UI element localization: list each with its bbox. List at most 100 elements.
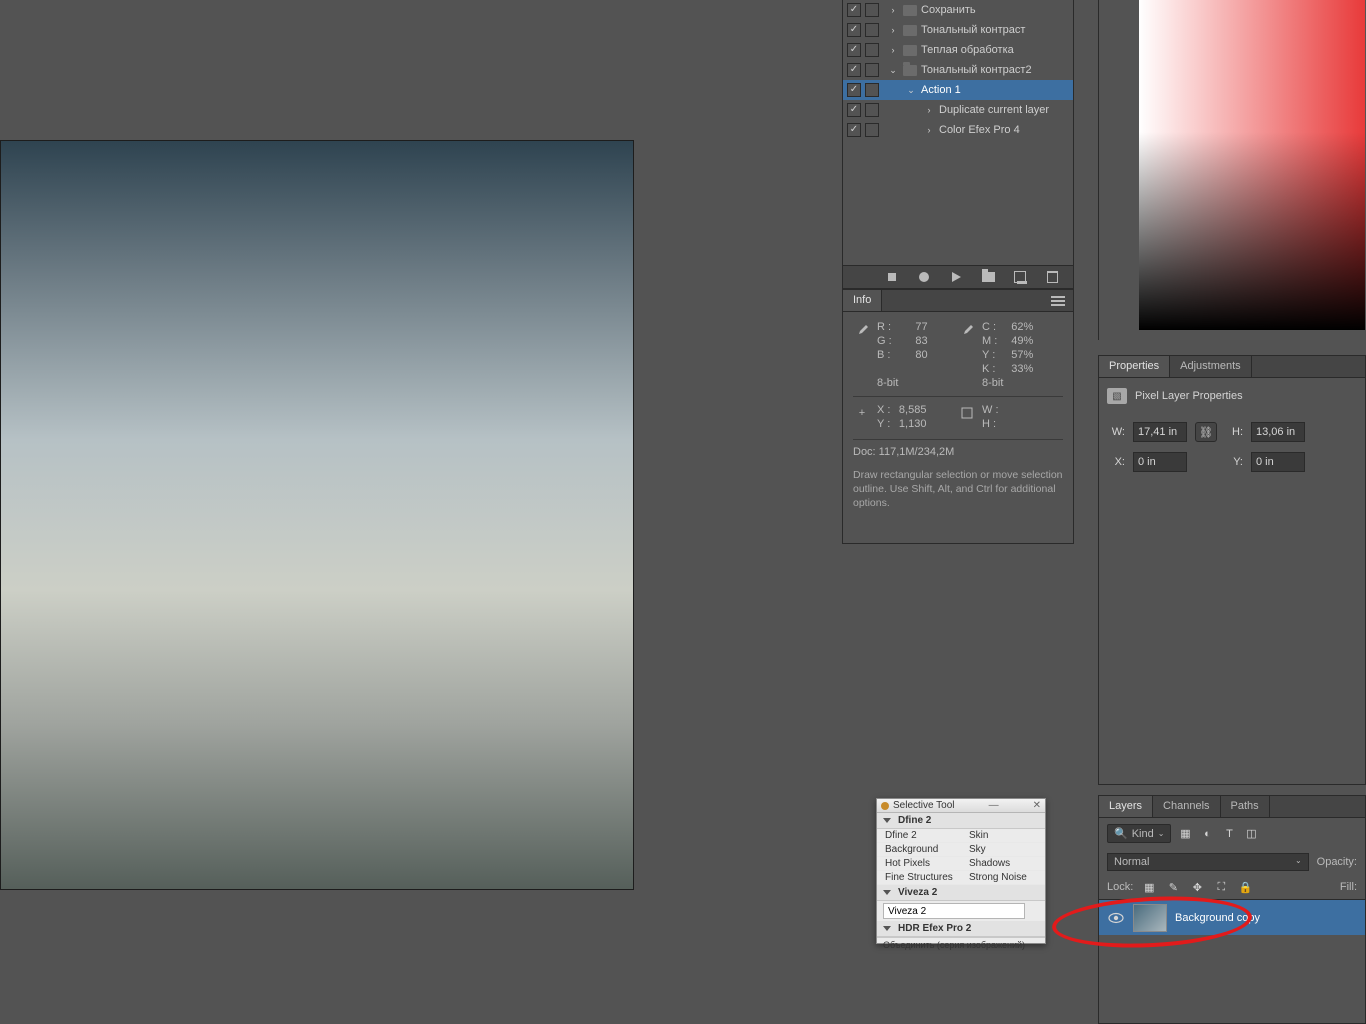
filter-shape-icon[interactable]: ◫ [1243, 826, 1259, 842]
lock-all-icon[interactable]: 🔒 [1237, 879, 1253, 895]
visibility-icon[interactable] [1107, 909, 1125, 927]
document-canvas[interactable] [0, 140, 634, 890]
toggle-checkbox[interactable]: ✓ [847, 83, 861, 97]
toggle-checkbox[interactable]: ✓ [847, 103, 861, 117]
record-button[interactable] [917, 270, 931, 284]
selective-tool-window[interactable]: Selective Tool — ✕ Dfine 2 Dfine 2SkinBa… [876, 798, 1046, 944]
layer-row[interactable]: Background copy [1099, 899, 1365, 935]
selective-tool-titlebar[interactable]: Selective Tool — ✕ [877, 799, 1045, 813]
filter-adjust-icon[interactable]: ◐ [1199, 826, 1215, 842]
new-action-button[interactable] [1013, 270, 1027, 284]
sel-option[interactable]: Dfine 2 [877, 829, 961, 843]
panel-menu-icon[interactable] [1051, 296, 1065, 306]
close-icon[interactable]: ✕ [1033, 800, 1041, 811]
lock-artboard-icon[interactable]: ⛶ [1213, 879, 1229, 895]
eyedropper-icon [853, 320, 871, 376]
width-input[interactable] [1133, 422, 1187, 442]
stop-button[interactable] [885, 270, 899, 284]
viveza-input[interactable] [883, 903, 1025, 919]
tab-adjustments[interactable]: Adjustments [1170, 356, 1252, 377]
doc-size: Doc: 117,1M/234,2M [853, 439, 1063, 458]
dialog-toggle[interactable] [865, 23, 879, 37]
lock-label: Lock: [1107, 881, 1133, 893]
expand-chevron-icon[interactable]: › [887, 45, 899, 55]
tab-info[interactable]: Info [843, 290, 882, 311]
action-row[interactable]: ✓ › Теплая обработка [843, 40, 1073, 60]
expand-chevron-icon[interactable]: › [923, 125, 935, 135]
folder-icon [903, 25, 917, 36]
sel-option[interactable]: Fine Structures [877, 871, 961, 885]
expand-chevron-icon[interactable]: ⌄ [887, 65, 899, 76]
dfine-header[interactable]: Dfine 2 [877, 813, 1045, 829]
tab-layers[interactable]: Layers [1099, 796, 1153, 817]
layer-name[interactable]: Background copy [1175, 912, 1260, 924]
info-panel: Info R :G :B : 778380 C :M :Y :K : 62%49… [842, 289, 1074, 544]
eyedropper-icon [958, 320, 976, 376]
pixel-layer-icon: ▧ [1107, 388, 1127, 404]
layer-thumbnail [1133, 904, 1167, 932]
tool-hint: Draw rectangular selection or move selec… [853, 468, 1063, 510]
lock-position-icon[interactable]: ✥ [1189, 879, 1205, 895]
color-field[interactable] [1139, 0, 1365, 330]
toggle-checkbox[interactable]: ✓ [847, 23, 861, 37]
filter-pixel-icon[interactable]: ▦ [1177, 826, 1193, 842]
action-label: Теплая обработка [921, 44, 1014, 56]
sel-option[interactable]: Skin [961, 829, 1045, 843]
expand-chevron-icon[interactable]: › [887, 5, 899, 15]
toggle-checkbox[interactable]: ✓ [847, 43, 861, 57]
expand-chevron-icon[interactable]: › [887, 25, 899, 35]
dialog-toggle[interactable] [865, 43, 879, 57]
selective-footer[interactable]: Объединить (серия изображений) [877, 937, 1045, 952]
action-label: Color Efex Pro 4 [939, 124, 1020, 136]
actions-toolbar [842, 265, 1074, 289]
properties-panel: Properties Adjustments ▧ Pixel Layer Pro… [1098, 355, 1366, 785]
filter-kind[interactable]: 🔍Kind⌄ [1107, 824, 1171, 843]
toggle-checkbox[interactable]: ✓ [847, 63, 861, 77]
toggle-checkbox[interactable]: ✓ [847, 3, 861, 17]
canvas-background-top [0, 0, 634, 140]
expand-chevron-icon[interactable]: ⌄ [905, 85, 917, 96]
link-icon[interactable]: ⛓ [1195, 422, 1217, 442]
tab-paths[interactable]: Paths [1221, 796, 1270, 817]
folder-icon [903, 65, 917, 76]
actions-panel: ✓›Сохранить✓›Тональный контраст✓›Теплая … [842, 0, 1074, 285]
dialog-toggle[interactable] [865, 3, 879, 17]
filter-type-icon[interactable]: T [1221, 826, 1237, 842]
sel-option[interactable]: Sky [961, 843, 1045, 857]
play-button[interactable] [949, 270, 963, 284]
lock-brush-icon[interactable]: ✎ [1165, 879, 1181, 895]
sel-option[interactable]: Hot Pixels [877, 857, 961, 871]
delete-button[interactable] [1045, 270, 1059, 284]
action-row[interactable]: ✓›Тональный контраст [843, 20, 1073, 40]
sel-option[interactable]: Background [877, 843, 961, 857]
dialog-toggle[interactable] [865, 63, 879, 77]
viveza-header[interactable]: Viveza 2 [877, 885, 1045, 901]
toggle-checkbox[interactable]: ✓ [847, 123, 861, 137]
new-set-button[interactable] [981, 270, 995, 284]
action-row[interactable]: ✓⌄Action 1 [843, 80, 1073, 100]
action-row[interactable]: ✓›Сохранить [843, 0, 1073, 20]
lock-pixels-icon[interactable]: ▦ [1141, 879, 1157, 895]
hdr-header[interactable]: HDR Efex Pro 2 [877, 921, 1045, 937]
dialog-toggle[interactable] [865, 103, 879, 117]
dimensions-icon [958, 403, 976, 431]
dialog-toggle[interactable] [865, 123, 879, 137]
blend-mode[interactable]: Normal⌄ [1107, 853, 1309, 871]
layers-panel: Layers Channels Paths 🔍Kind⌄ ▦ ◐ T ◫ Nor… [1098, 795, 1366, 1024]
sel-option[interactable]: Strong Noise [961, 871, 1045, 885]
height-input[interactable] [1251, 422, 1305, 442]
color-picker[interactable] [1098, 0, 1366, 340]
action-row[interactable]: ✓⌄Тональный контраст2 [843, 60, 1073, 80]
folder-icon [903, 45, 917, 56]
minimize-icon[interactable]: — [989, 800, 999, 811]
action-row[interactable]: ✓ › Color Efex Pro 4 [843, 120, 1073, 140]
x-input[interactable] [1133, 452, 1187, 472]
action-row[interactable]: ✓›Duplicate current layer [843, 100, 1073, 120]
y-input[interactable] [1251, 452, 1305, 472]
tab-properties[interactable]: Properties [1099, 356, 1170, 377]
tab-channels[interactable]: Channels [1153, 796, 1220, 817]
dialog-toggle[interactable] [865, 83, 879, 97]
properties-header: Pixel Layer Properties [1135, 390, 1243, 402]
expand-chevron-icon[interactable]: › [923, 105, 935, 115]
sel-option[interactable]: Shadows [961, 857, 1045, 871]
